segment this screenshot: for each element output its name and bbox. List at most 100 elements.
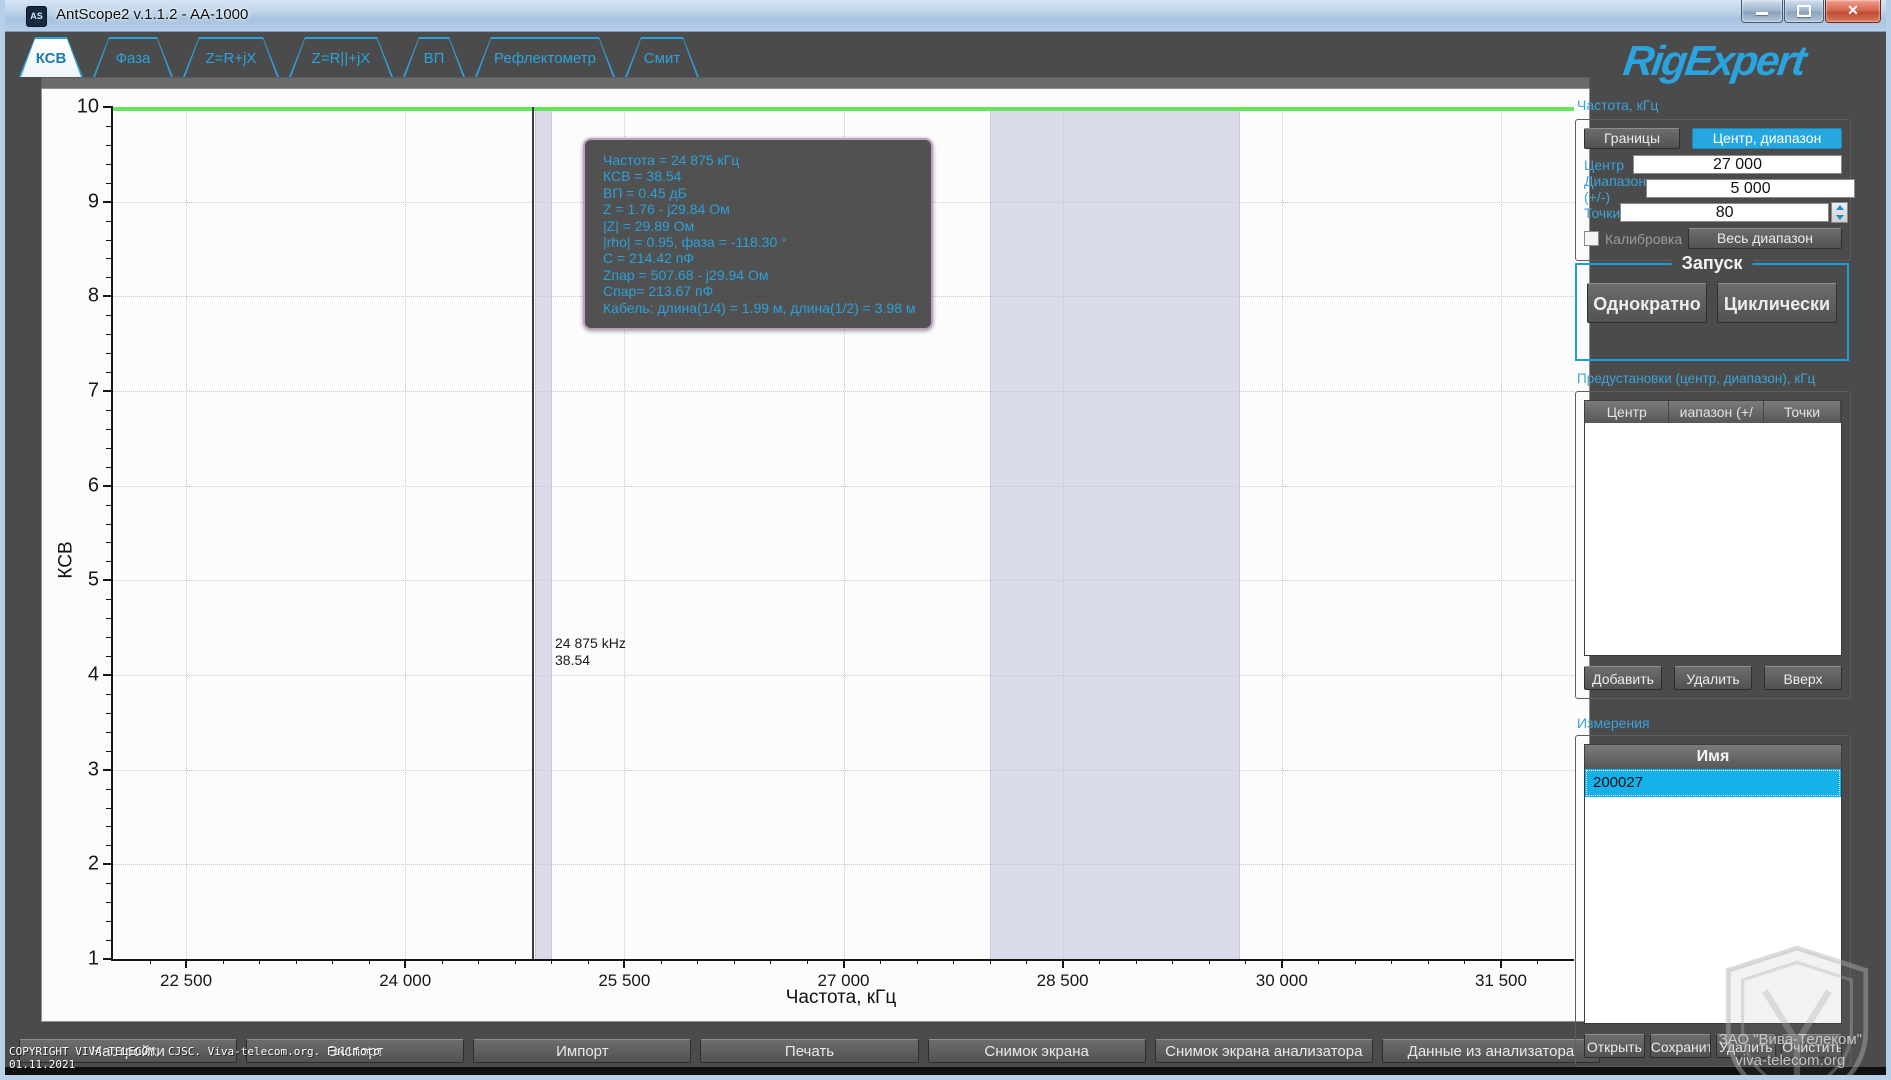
borders-mode-button[interactable]: Границы [1584, 128, 1680, 149]
grid-line-vertical [1063, 107, 1064, 959]
bottom-button-Импорт[interactable]: Импорт [473, 1039, 691, 1063]
y-tick-mark [103, 863, 113, 865]
x-minor-tick [1245, 959, 1246, 964]
y-minor-tick [106, 164, 113, 165]
tab-label: КСВ [21, 39, 81, 77]
presets-button-Добавить[interactable]: Добавить [1584, 666, 1662, 690]
tooltip-line: |rho| = 0.95, фаза = -118.30 ° [603, 234, 921, 250]
y-minor-tick [106, 221, 113, 222]
run-single-button[interactable]: Однократно [1587, 283, 1707, 323]
cursor-line[interactable] [532, 107, 534, 959]
tab-Z=R+jX[interactable]: Z=R+jX [183, 37, 279, 77]
title-bar[interactable]: AS AntScope2 v.1.1.2 - AA-1000 ✕ [0, 0, 1891, 32]
y-minor-tick [106, 277, 113, 278]
presets-button-Удалить[interactable]: Удалить [1674, 666, 1752, 690]
grid-line-horizontal [113, 770, 1574, 771]
grid-line-vertical [186, 107, 187, 959]
x-minor-tick [807, 959, 808, 964]
tab-Фаза[interactable]: Фаза [93, 37, 173, 77]
y-tick-mark [103, 579, 113, 581]
points-input[interactable] [1620, 203, 1829, 222]
y-tick-label: 4 [45, 663, 99, 686]
tab-ВП[interactable]: ВП [403, 37, 465, 77]
frequency-settings-group: Границы Центр, диапазон Центр Диапазон (… [1575, 119, 1851, 261]
minimize-button[interactable] [1741, 0, 1783, 23]
y-minor-tick [106, 240, 113, 241]
tab-label: Z=R||+jX [291, 39, 391, 77]
measurement-row[interactable]: 200027 [1585, 769, 1841, 797]
cursor-frequency: 24 875 kHz [555, 635, 626, 652]
measurements-button-Открыть[interactable]: Открыть [1584, 1034, 1645, 1058]
y-axis-title: КСВ [56, 541, 78, 578]
x-tick-mark [185, 959, 187, 968]
presets-group: Центриапазон (+/Точки Добавить Удалить Вве… [1575, 391, 1851, 699]
tooltip-line: Частота = 24 875 кГц [603, 152, 921, 168]
grid-line-horizontal [113, 864, 1574, 865]
cursor-point-label: 24 875 kHz 38.54 [555, 635, 626, 669]
close-button[interactable]: ✕ [1825, 0, 1881, 23]
bottom-button-Данные из анализатора[interactable]: Данные из анализатора [1382, 1039, 1600, 1063]
points-stepper[interactable] [1831, 202, 1848, 223]
x-minor-tick [990, 959, 991, 964]
center-span-mode-button[interactable]: Центр, диапазон [1692, 128, 1842, 149]
restore-button[interactable] [1784, 0, 1824, 23]
y-tick-label: 7 [45, 379, 99, 402]
tooltip-line: Zпар = 507.68 - j29.94 Ом [603, 267, 921, 283]
ham-band-region [535, 107, 552, 959]
presets-column-header: Точки [1764, 401, 1841, 423]
x-minor-tick [223, 959, 224, 964]
tooltip-line: ВП = 0.45 дБ [603, 185, 921, 201]
x-tick-label: 31 500 [1475, 971, 1527, 991]
chart-panel: 22 50024 00025 50027 00028 50030 00031 5… [41, 88, 1590, 1022]
x-minor-tick [1318, 959, 1319, 964]
x-minor-tick [917, 959, 918, 964]
x-minor-tick [1209, 959, 1210, 964]
bottom-button-Печать[interactable]: Печать [700, 1039, 918, 1063]
tab-label: ВП [405, 39, 463, 77]
x-minor-tick [770, 959, 771, 964]
y-tick-label: 10 [45, 96, 99, 119]
span-input[interactable] [1646, 179, 1855, 198]
y-minor-tick [106, 542, 113, 543]
ham-band-region [990, 107, 1240, 959]
y-minor-tick [106, 694, 113, 695]
bottom-button-Снимок экрана[interactable]: Снимок экрана [928, 1039, 1146, 1063]
bottom-button-Снимок экрана анализатора[interactable]: Снимок экрана анализатора [1155, 1039, 1373, 1063]
x-minor-tick [332, 959, 333, 964]
tab-Смит[interactable]: Смит [625, 37, 699, 77]
y-minor-tick [106, 637, 113, 638]
presets-table-body[interactable] [1584, 423, 1842, 656]
x-minor-tick [1172, 959, 1173, 964]
y-minor-tick [106, 845, 113, 846]
x-tick-mark [404, 959, 406, 968]
run-group-title: Запуск [1672, 253, 1753, 274]
measurements-button-Сохранить[interactable]: Сохранить [1650, 1034, 1711, 1058]
center-frequency-input[interactable] [1633, 155, 1842, 174]
tab-Z=R||+jX[interactable]: Z=R||+jX [289, 37, 393, 77]
x-minor-tick [1464, 959, 1465, 964]
tab-КСВ[interactable]: КСВ [19, 37, 83, 77]
y-tick-label: 1 [45, 948, 99, 971]
presets-button-Вверх[interactable]: Вверх [1764, 666, 1842, 690]
calibration-checkbox[interactable] [1584, 231, 1599, 246]
y-tick-label: 3 [45, 758, 99, 781]
full-range-button[interactable]: Весь диапазон [1688, 228, 1842, 249]
points-label: Точки [1584, 205, 1620, 221]
y-minor-tick [106, 258, 113, 259]
y-minor-tick [106, 789, 113, 790]
y-minor-tick [106, 410, 113, 411]
measurements-table-body[interactable]: 200027 [1584, 769, 1842, 1024]
y-tick-mark [103, 958, 113, 960]
y-minor-tick [106, 334, 113, 335]
run-cyclic-button[interactable]: Циклически [1717, 283, 1837, 323]
y-tick-mark [103, 106, 113, 108]
tab-Рефлектометр[interactable]: Рефлектометр [475, 37, 615, 77]
y-minor-tick [106, 561, 113, 562]
y-tick-label: 2 [45, 853, 99, 876]
x-minor-tick [1099, 959, 1100, 964]
y-minor-tick [106, 656, 113, 657]
grid-line-vertical [405, 107, 406, 959]
x-tick-mark [1062, 959, 1064, 968]
x-minor-tick [150, 959, 151, 964]
presets-table-header: Центриапазон (+/Точки [1584, 400, 1842, 424]
